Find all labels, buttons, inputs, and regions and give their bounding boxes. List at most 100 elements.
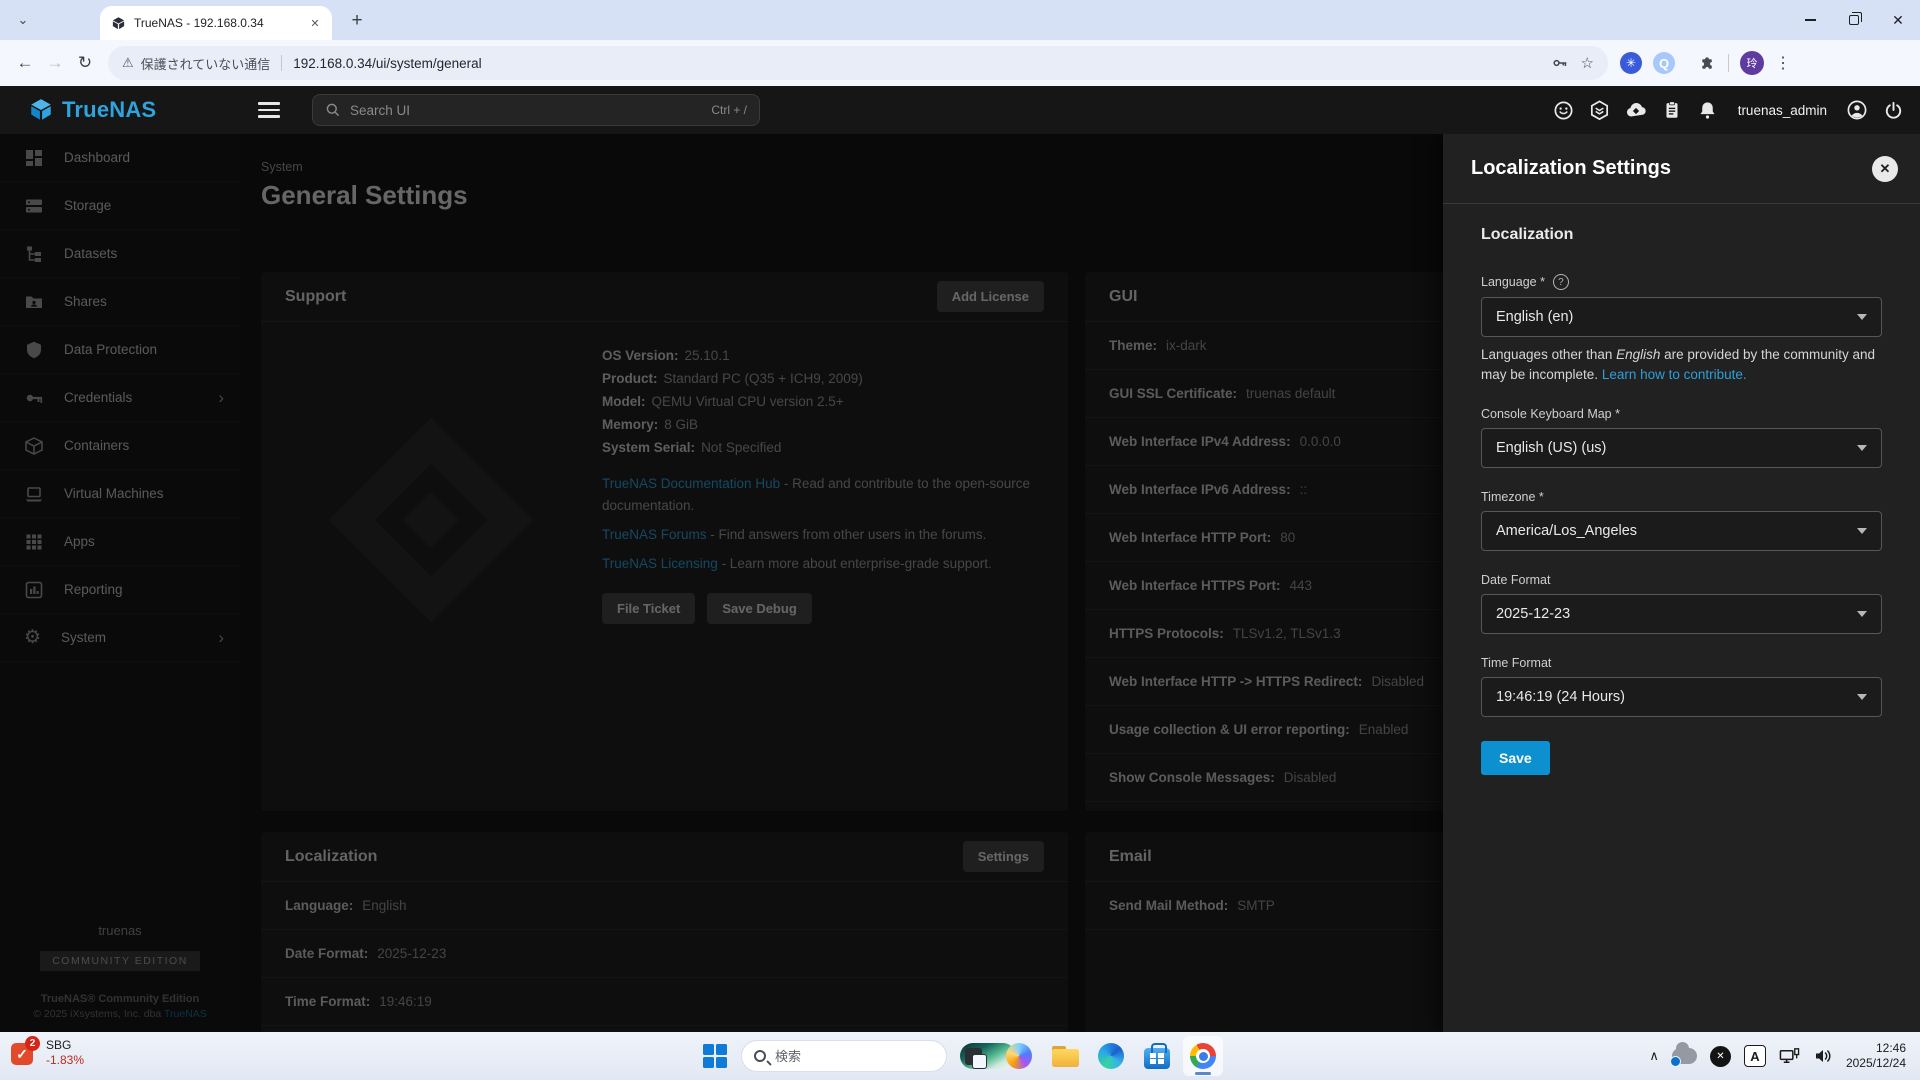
browser-menu-icon[interactable]: ⋮	[1775, 53, 1791, 73]
task-view-button[interactable]	[953, 1036, 993, 1076]
search-shortcut: Ctrl + /	[711, 103, 747, 117]
tab-search-button[interactable]: ⌄	[10, 9, 36, 31]
clock-date: 2025/12/24	[1846, 1056, 1906, 1071]
edge-button[interactable]	[1091, 1036, 1131, 1076]
security-chip[interactable]: ⚠ 保護されていない通信	[122, 54, 270, 73]
truenas-logo[interactable]: TrueNAS	[28, 86, 156, 134]
restore-button[interactable]	[1832, 0, 1876, 40]
new-tab-button[interactable]: +	[344, 8, 370, 34]
security-chip-label: 保護されていない通信	[141, 54, 271, 73]
truecloud-icon[interactable]	[1624, 98, 1648, 122]
search-input[interactable]	[350, 103, 702, 118]
close-window-button[interactable]: ✕	[1876, 0, 1920, 40]
chevron-down-icon	[1857, 528, 1867, 534]
hamburger-menu-icon[interactable]	[258, 100, 280, 120]
user-account-icon[interactable]	[1845, 98, 1869, 122]
checklist-icon[interactable]	[1660, 98, 1684, 122]
truenas-app: TrueNAS Ctrl + /	[0, 86, 1920, 1032]
taskbar-clock[interactable]: 12:46 2025/12/24	[1846, 1041, 1906, 1071]
jobs-icon[interactable]	[1588, 98, 1612, 122]
username-label: truenas_admin	[1738, 103, 1827, 118]
time-format-select[interactable]: 19:46:19 (24 Hours)	[1481, 677, 1882, 717]
forward-icon[interactable]: →	[40, 48, 70, 78]
power-icon[interactable]	[1881, 98, 1905, 122]
date-format-select[interactable]: 2025-12-23	[1481, 594, 1882, 634]
tab-title: TrueNAS - 192.168.0.34	[134, 16, 298, 30]
notifications-bell-icon[interactable]	[1696, 98, 1720, 122]
task-view-icon	[965, 1048, 982, 1065]
localization-settings-panel: Localization Settings ✕ Localization Lan…	[1443, 134, 1920, 1032]
language-helper-text: Languages other than English are provide…	[1481, 345, 1882, 385]
start-button[interactable]	[695, 1036, 735, 1076]
truenas-logo-text: TrueNAS	[62, 97, 156, 123]
chrome-button[interactable]	[1183, 1036, 1223, 1076]
learn-contribute-link[interactable]: Learn how to contribute.	[1602, 367, 1747, 382]
keyboard-map-select[interactable]: English (US) (us)	[1481, 428, 1882, 468]
date-format-label: Date Format	[1481, 573, 1882, 587]
close-icon[interactable]: ✕	[1872, 156, 1898, 182]
folder-icon	[1052, 1046, 1079, 1067]
warning-icon: ⚠	[122, 55, 134, 71]
language-select[interactable]: English (en)	[1481, 297, 1882, 337]
windows-logo-icon	[703, 1044, 727, 1068]
file-explorer-button[interactable]	[1045, 1036, 1085, 1076]
stocks-widget[interactable]: ✓ 2 SBG -1.83%	[10, 1038, 84, 1068]
windows-taskbar: ✓ 2 SBG -1.83%	[0, 1032, 1920, 1080]
feedback-smiley-icon[interactable]	[1552, 98, 1576, 122]
timezone-label: Timezone *	[1481, 490, 1882, 504]
language-label: Language * ?	[1481, 274, 1882, 290]
taskbar-search-input[interactable]	[775, 1049, 951, 1064]
tab-strip: ⌄ TrueNAS - 192.168.0.34 ✕ + ✕	[0, 0, 1920, 40]
app-header: TrueNAS Ctrl + /	[0, 86, 1920, 134]
chevron-down-icon	[1857, 445, 1867, 451]
widget-icon: ✓ 2	[10, 1039, 38, 1067]
extensions-puzzle-icon[interactable]	[1698, 54, 1717, 73]
clock-time: 12:46	[1846, 1041, 1906, 1056]
minimize-button[interactable]	[1788, 0, 1832, 40]
chevron-down-icon	[1857, 314, 1867, 320]
time-format-label: Time Format	[1481, 656, 1882, 670]
hidden-icons-caret[interactable]: ∧	[1649, 1048, 1659, 1064]
browser-toolbar: ← → ↻ ⚠ 保護されていない通信 192.168.0.34/ui/syste…	[0, 40, 1920, 86]
timezone-select[interactable]: America/Los_Angeles	[1481, 511, 1882, 551]
search-ui-box[interactable]: Ctrl + /	[312, 94, 760, 126]
extension-icon[interactable]: ✳	[1620, 52, 1642, 74]
chrome-icon	[1190, 1043, 1216, 1069]
screen: ⌄ TrueNAS - 192.168.0.34 ✕ + ✕ ← → ↻	[0, 0, 1920, 1080]
extension-q-icon[interactable]: Q	[1653, 52, 1675, 74]
system-tray: ∧ ✕ A 12:46 2025/12/24	[1649, 1032, 1920, 1080]
toolbar-extensions: ✳ Q 玲 ⋮	[1620, 51, 1791, 75]
copilot-icon	[1006, 1043, 1032, 1069]
save-button[interactable]: Save	[1481, 741, 1550, 775]
url-text: 192.168.0.34/ui/system/general	[293, 56, 1538, 71]
truenas-favicon	[111, 16, 126, 31]
toolbar-divider	[1728, 54, 1729, 72]
back-icon[interactable]: ←	[10, 48, 40, 78]
keyboard-map-label: Console Keyboard Map *	[1481, 407, 1882, 421]
tray-x-icon[interactable]: ✕	[1710, 1046, 1731, 1067]
store-button[interactable]	[1137, 1036, 1177, 1076]
store-icon	[1144, 1048, 1170, 1069]
help-icon[interactable]: ?	[1553, 274, 1569, 290]
taskbar-search[interactable]	[741, 1040, 947, 1072]
copilot-button[interactable]	[999, 1036, 1039, 1076]
widget-change: -1.83%	[46, 1053, 84, 1068]
ime-mode-indicator[interactable]: A	[1744, 1045, 1766, 1067]
widget-badge: 2	[25, 1036, 40, 1051]
tab-close-icon[interactable]: ✕	[306, 14, 324, 32]
profile-avatar[interactable]: 玲	[1740, 51, 1764, 75]
browser-tab[interactable]: TrueNAS - 192.168.0.34 ✕	[100, 6, 332, 40]
reload-icon[interactable]: ↻	[70, 48, 100, 78]
password-key-icon[interactable]	[1551, 54, 1569, 72]
network-icon[interactable]	[1779, 1046, 1800, 1066]
panel-title: Localization Settings	[1471, 157, 1872, 180]
search-icon	[325, 102, 341, 118]
edge-icon	[1098, 1043, 1124, 1069]
taskbar-center	[695, 1036, 1223, 1076]
onedrive-icon[interactable]	[1672, 1048, 1697, 1064]
bookmark-star-icon[interactable]: ☆	[1581, 54, 1594, 72]
window-controls: ✕	[1788, 0, 1920, 40]
header-actions: truenas_admin	[1552, 86, 1905, 134]
address-bar[interactable]: ⚠ 保護されていない通信 192.168.0.34/ui/system/gene…	[108, 46, 1608, 80]
speaker-icon[interactable]	[1813, 1046, 1833, 1066]
